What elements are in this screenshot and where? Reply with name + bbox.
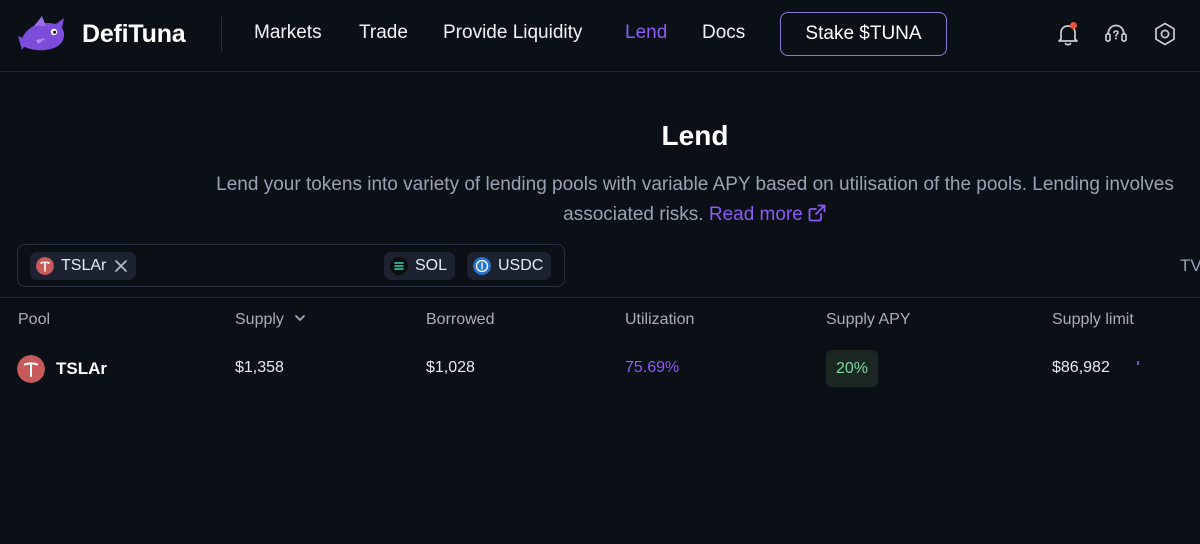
nav-lend[interactable]: Lend	[625, 22, 667, 44]
brand-divider	[221, 17, 222, 51]
sol-filter-label: SOL	[415, 257, 448, 274]
sol-filter-chip[interactable]: SOL	[384, 252, 456, 280]
column-header-supply-limit: Supply limit	[1052, 311, 1134, 328]
tuna-logo-icon	[18, 16, 65, 51]
external-link-icon	[808, 204, 826, 222]
selected-token-chip[interactable]: TSLAr	[30, 252, 137, 280]
settings-hexagon-icon[interactable]	[1151, 20, 1179, 48]
supply-value: $1,358	[235, 359, 284, 376]
supply-limit-indicator	[1137, 361, 1139, 365]
support-headset-icon[interactable]	[1102, 20, 1130, 48]
borrowed-value: $1,028	[426, 359, 475, 376]
brand[interactable]: DefiTuna	[16, 14, 186, 54]
pool-cell[interactable]: TSLAr	[17, 355, 107, 383]
table-divider	[0, 297, 1200, 298]
column-header-utilization: Utilization	[625, 311, 695, 328]
tvl-label: TV	[1180, 256, 1200, 275]
utilization-value: 75.69%	[625, 359, 680, 376]
usdc-token-icon	[473, 257, 491, 275]
tslar-token-icon	[17, 355, 45, 383]
notification-dot	[1070, 22, 1077, 29]
stake-tuna-button[interactable]: Stake $TUNA	[780, 12, 947, 56]
tslar-token-icon	[36, 257, 54, 275]
page-description: Lend your tokens into variety of lending…	[0, 170, 1200, 230]
page-title: Lend	[661, 120, 729, 151]
usdc-filter-label: USDC	[498, 257, 544, 274]
pool-name: TSLAr	[56, 359, 107, 378]
description-line-2: associated risks. Read more	[0, 200, 1200, 230]
chevron-down-icon	[295, 315, 305, 321]
read-more-link[interactable]: Read more	[709, 204, 827, 225]
supply-apy-badge: 20%	[826, 350, 878, 387]
selected-token-label: TSLAr	[61, 257, 107, 274]
token-filter[interactable]: TSLAr SOL USDC	[17, 244, 565, 287]
description-text: associated risks.	[563, 204, 704, 225]
close-icon[interactable]	[114, 259, 128, 273]
sol-token-icon	[390, 257, 408, 275]
nav-docs[interactable]: Docs	[702, 22, 745, 44]
column-header-supply-label: Supply	[235, 311, 284, 328]
column-header-pool: Pool	[18, 311, 51, 328]
bell-icon[interactable]	[1054, 20, 1082, 48]
nav-markets[interactable]: Markets	[254, 22, 322, 44]
brand-name: DefiTuna	[82, 19, 186, 48]
description-line-1: Lend your tokens into variety of lending…	[216, 174, 1174, 195]
column-header-supply-apy: Supply APY	[826, 311, 911, 328]
supply-limit-value: $86,982	[1052, 359, 1110, 376]
column-header-supply[interactable]: Supply	[235, 311, 307, 329]
column-header-borrowed: Borrowed	[426, 311, 495, 328]
top-navigation-bar: DefiTuna Markets Trade Provide Liquidity…	[0, 0, 1200, 72]
usdc-filter-chip[interactable]: USDC	[467, 252, 552, 280]
read-more-label: Read more	[708, 204, 803, 225]
nav-trade[interactable]: Trade	[359, 22, 408, 44]
nav-provide-liquidity[interactable]: Provide Liquidity	[443, 22, 582, 44]
